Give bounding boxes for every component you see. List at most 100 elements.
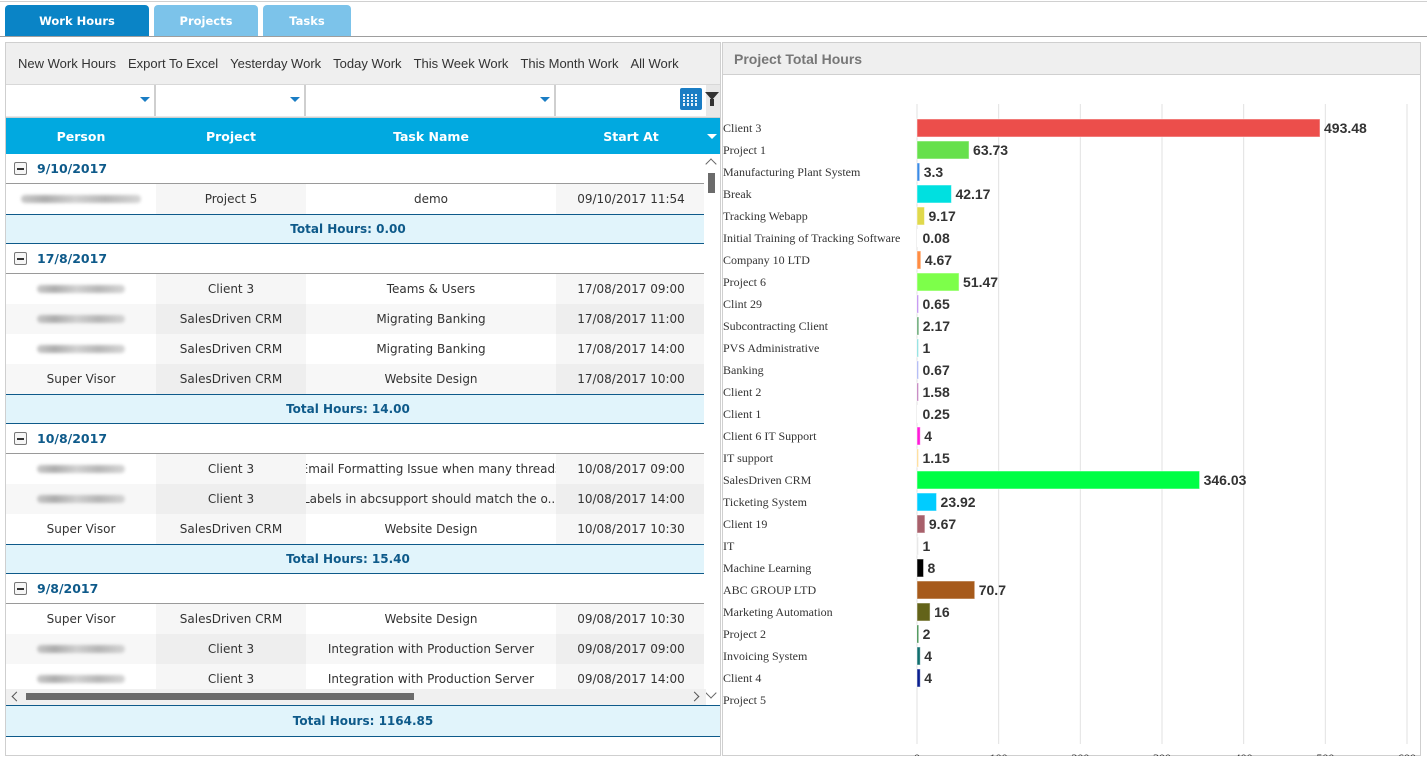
x-tick-label: 200 xyxy=(1071,751,1089,756)
scroll-thumb[interactable] xyxy=(708,173,715,193)
this-week-work-button[interactable]: This Week Work xyxy=(414,56,509,71)
dropdown-arrow-icon[interactable] xyxy=(290,97,300,102)
redacted-name xyxy=(37,285,125,293)
cell-person xyxy=(6,334,156,364)
calendar-icon[interactable] xyxy=(680,88,702,110)
x-tick-label: 600 xyxy=(1398,751,1416,756)
value-label: 2.17 xyxy=(923,318,950,334)
cell-task-name: Website Design xyxy=(384,522,478,536)
x-tick-label: 100 xyxy=(990,751,1008,756)
category-label: Ticketing System xyxy=(723,495,808,509)
bar xyxy=(916,514,926,534)
group-header: 9/10/2017 xyxy=(6,154,706,184)
redacted-name xyxy=(37,645,125,653)
yesterday-work-button[interactable]: Yesterday Work xyxy=(230,56,321,71)
new-work-hours-button[interactable]: New Work Hours xyxy=(18,56,116,71)
project-filter[interactable] xyxy=(156,85,306,116)
bar xyxy=(916,558,925,578)
column-header-task-name[interactable]: Task Name xyxy=(306,118,556,154)
category-label: Client 1 xyxy=(723,407,761,421)
table-row[interactable]: Super Visor SalesDriven CRM Website Design… xyxy=(6,364,706,394)
filter-funnel-icon[interactable] xyxy=(705,92,719,106)
table-row[interactable]: Client 3 Teams & Users 17/08/2017 09:00 xyxy=(6,274,706,304)
column-header-person[interactable]: Person xyxy=(6,118,156,154)
table-row[interactable]: SalesDriven CRM Migrating Banking 17/08/20… xyxy=(6,334,706,364)
category-label: Clint 29 xyxy=(723,297,762,311)
cell-person xyxy=(6,634,156,664)
tab-projects[interactable]: Projects xyxy=(154,5,258,37)
bar xyxy=(916,624,920,644)
value-label: 23.92 xyxy=(941,494,976,510)
collapse-icon[interactable] xyxy=(14,432,27,445)
bar xyxy=(916,118,1321,138)
dropdown-arrow-icon[interactable] xyxy=(140,97,150,102)
column-header-project[interactable]: Project xyxy=(156,118,306,154)
x-tick-label: 500 xyxy=(1316,751,1334,756)
work-hours-panel: New Work Hours Export To Excel Yesterday… xyxy=(5,42,721,756)
tab-divider xyxy=(0,36,1427,37)
cell-start-at: 09/10/2017 11:54 xyxy=(556,184,706,214)
dropdown-arrow-icon[interactable] xyxy=(540,97,550,102)
scroll-down-icon[interactable] xyxy=(705,687,717,699)
cell-task-name: Migrating Banking xyxy=(376,342,486,356)
cell-project: Client 3 xyxy=(156,484,306,514)
horizontal-scrollbar[interactable] xyxy=(6,689,706,705)
person-filter[interactable] xyxy=(6,85,156,116)
bar xyxy=(917,229,919,247)
category-label: ABC GROUP LTD xyxy=(723,583,816,597)
value-label: 1 xyxy=(923,538,931,554)
table-row[interactable]: Client 3 Email Formatting Issue when many… xyxy=(6,454,706,484)
cell-start-at: 10/08/2017 14:00 xyxy=(556,484,706,514)
bar xyxy=(916,272,960,292)
today-work-button[interactable]: Today Work xyxy=(333,56,401,71)
all-work-button[interactable]: All Work xyxy=(630,56,678,71)
column-menu-icon[interactable] xyxy=(707,134,717,139)
value-label: 63.73 xyxy=(973,142,1008,158)
project-hours-chart: 0 100 200 300 400 500 600 Client 3 493.48 Project… xyxy=(723,104,1416,756)
redacted-name xyxy=(37,495,125,503)
value-label: 9.67 xyxy=(929,516,956,532)
collapse-icon[interactable] xyxy=(14,252,27,265)
scroll-thumb[interactable] xyxy=(26,693,414,700)
tab-work-hours[interactable]: Work Hours xyxy=(5,5,149,37)
category-label: Client 6 IT Support xyxy=(723,429,817,443)
category-label: Marketing Automation xyxy=(723,605,833,619)
bar xyxy=(916,250,922,270)
bar xyxy=(916,426,921,446)
bar xyxy=(916,140,970,160)
column-header-start-at[interactable]: Start At xyxy=(556,118,706,154)
task-filter[interactable] xyxy=(306,85,556,116)
bar xyxy=(916,668,921,688)
group-date: 10/8/2017 xyxy=(37,431,108,446)
table-row[interactable]: Client 3 Integration with Production Serv… xyxy=(6,634,706,664)
category-label: Company 10 LTD xyxy=(723,253,810,267)
vertical-scrollbar[interactable] xyxy=(704,154,720,705)
table-row[interactable]: Client 3 Labels in abcsupport should matc… xyxy=(6,484,706,514)
redacted-name xyxy=(37,315,125,323)
group-date: 17/8/2017 xyxy=(37,251,108,266)
scroll-right-icon[interactable] xyxy=(689,691,700,702)
table-row[interactable]: Super Visor SalesDriven CRM Website Design… xyxy=(6,514,706,544)
category-label: Project 5 xyxy=(723,693,766,707)
tab-tasks[interactable]: Tasks xyxy=(263,5,351,37)
collapse-icon[interactable] xyxy=(14,162,27,175)
this-month-work-button[interactable]: This Month Work xyxy=(520,56,618,71)
table-row[interactable]: Project 5 demo 09/10/2017 11:54 xyxy=(6,184,706,214)
table-row[interactable]: Super Visor SalesDriven CRM Website Design… xyxy=(6,604,706,634)
cell-person xyxy=(6,274,156,304)
bar xyxy=(916,294,919,314)
top-border xyxy=(0,1,1427,2)
bar xyxy=(916,206,925,226)
value-label: 3.3 xyxy=(924,164,944,180)
collapse-icon[interactable] xyxy=(14,582,27,595)
grid-body: 9/10/2017 Project 5 demo 09/10/2017 11:54 To… xyxy=(6,154,720,705)
bar xyxy=(916,470,1201,490)
value-label: 51.47 xyxy=(963,274,998,290)
export-to-excel-button[interactable]: Export To Excel xyxy=(128,56,218,71)
bar xyxy=(916,536,919,556)
category-label: IT support xyxy=(723,451,774,465)
scroll-up-icon[interactable] xyxy=(705,158,717,170)
scroll-left-icon[interactable] xyxy=(11,691,22,702)
table-row[interactable]: SalesDriven CRM Migrating Banking 17/08/20… xyxy=(6,304,706,334)
cell-project: Client 3 xyxy=(156,274,306,304)
